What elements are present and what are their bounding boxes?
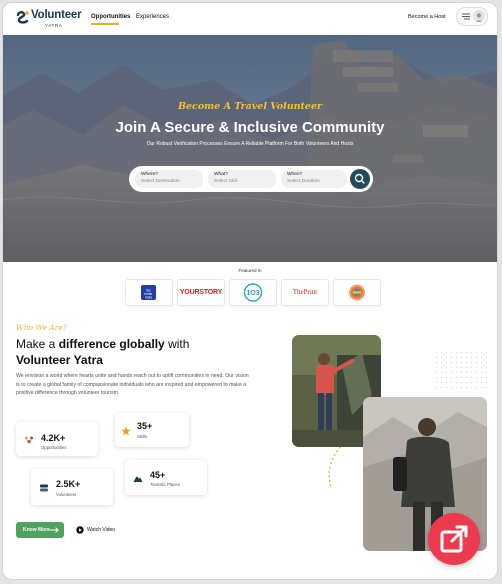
skill-field[interactable]: What? Select Skill <box>208 170 276 188</box>
hero-subtitle: Our Robust Verification Processes Ensure… <box>146 141 354 147</box>
site-header: Volunteer YATRA Opportunities Experience… <box>3 3 497 35</box>
about-title-suffix: with <box>168 337 190 351</box>
nav-active-underline <box>91 23 119 25</box>
about-title-line2: Volunteer Yatra <box>16 352 103 367</box>
hero-tagline: Become A Travel Volunteer <box>177 101 323 112</box>
featured-logo-yourstory[interactable]: YOURSTORY <box>177 279 225 306</box>
nav-experiences[interactable]: Experiences <box>136 14 169 20</box>
duration-input[interactable]: Select Duration <box>287 179 320 184</box>
stat-card-volunteers: 2.5K+ Volunteers <box>31 469 113 505</box>
stat-label: Volunteers <box>56 492 77 497</box>
featured-logo-theprint[interactable]: ThePrint <box>281 279 329 306</box>
duration-label: When? <box>287 172 303 177</box>
star-icon <box>121 426 131 436</box>
know-more-label: Know More <box>23 527 50 533</box>
featured-logo-badge[interactable] <box>333 279 381 306</box>
external-link-icon <box>440 525 468 553</box>
know-more-button[interactable]: Know More <box>16 522 64 538</box>
skill-input[interactable]: Select Skill <box>214 179 237 184</box>
logo-subtitle: YATRA <box>45 23 63 28</box>
logo-103-icon: 1O3 <box>243 283 263 302</box>
volunteer-icon <box>40 484 48 492</box>
featured-logo-better-india[interactable]: the better india <box>125 279 173 306</box>
destination-field[interactable]: Where? Select Destination <box>135 170 203 188</box>
dot-pattern-decoration <box>435 351 487 391</box>
about-eyebrow: Who We Are? <box>16 323 67 332</box>
logo-mark-icon <box>16 11 29 24</box>
play-icon <box>76 526 84 534</box>
yourstory-logo-text: YOURSTORY <box>179 289 223 296</box>
featured-title: Featured In <box>238 268 262 273</box>
stat-card-places: 45+ Touristic Places <box>125 460 207 495</box>
stat-card-opportunities: 4.2K+ Opportunities <box>16 422 98 456</box>
about-title-prefix: Make a <box>16 337 56 351</box>
arrow-right-icon <box>50 527 59 533</box>
about-title: Make a difference globally with Voluntee… <box>16 337 266 368</box>
stat-value: 45+ <box>150 470 166 480</box>
stat-label: Opportunities <box>41 445 67 450</box>
featured-logo-103[interactable]: 1O3 <box>229 279 277 306</box>
about-title-highlight: difference globally <box>58 337 165 351</box>
destination-label: Where? <box>141 172 158 177</box>
people-icon <box>25 436 33 444</box>
watch-video-label: Watch Video <box>87 527 116 533</box>
menu-icon <box>462 13 470 20</box>
duration-field[interactable]: When? Select Duration <box>281 170 347 188</box>
become-host-link[interactable]: Become a Host <box>408 14 446 20</box>
user-avatar-icon <box>473 10 485 22</box>
search-icon <box>354 173 365 184</box>
nav-opportunities[interactable]: Opportunities <box>91 14 130 20</box>
hero-banner: Become A Travel Volunteer Join A Secure … <box>3 35 497 262</box>
stat-card-skills: 35+ Skills <box>115 413 189 447</box>
stat-label: Touristic Places <box>150 482 180 487</box>
page-frame: Volunteer YATRA Opportunities Experience… <box>3 3 497 579</box>
stat-value: 35+ <box>137 421 153 431</box>
svg-text:1O3: 1O3 <box>246 290 259 297</box>
stat-value: 4.2K+ <box>41 433 66 443</box>
search-button[interactable] <box>350 169 370 189</box>
stat-value: 2.5K+ <box>56 479 81 489</box>
colorful-badge-icon <box>349 284 365 301</box>
better-india-logo-icon: the better india <box>141 285 156 300</box>
logo-name: Volunteer <box>31 9 82 21</box>
mountain-icon <box>133 475 143 482</box>
stat-label: Skills <box>137 434 148 439</box>
logo[interactable]: Volunteer YATRA <box>16 9 96 31</box>
svg-text:india: india <box>145 296 152 300</box>
skill-label: What? <box>214 172 228 177</box>
hero-mountain-image <box>3 35 497 262</box>
theprint-logo-text: ThePrint <box>292 288 318 296</box>
destination-input[interactable]: Select Destination <box>141 179 180 184</box>
hero-title: Join A Secure & Inclusive Community <box>115 119 385 136</box>
about-description: We envision a world where hearts unite a… <box>16 373 249 396</box>
search-bar: Where? Select Destination What? Select S… <box>129 166 373 192</box>
share-button[interactable] <box>428 513 480 565</box>
user-menu-button[interactable] <box>456 7 488 26</box>
